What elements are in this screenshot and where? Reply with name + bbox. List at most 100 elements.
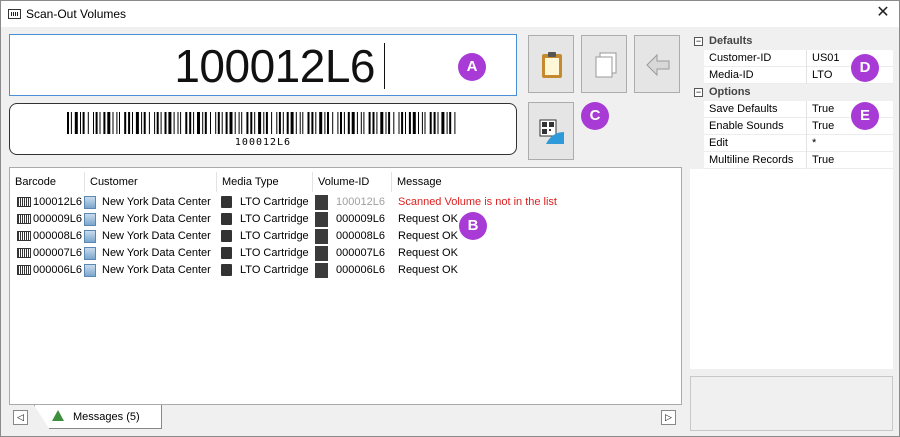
badge-a: A	[458, 53, 486, 81]
barcode-display: 100012L6	[9, 103, 517, 155]
barcode-cell: 000007L6	[17, 245, 82, 261]
property-value[interactable]: True	[812, 101, 834, 118]
scan-out-window: Scan-Out Volumes ✕ 100012L6 A 100012L6 C…	[0, 0, 900, 437]
volume-id-cell: 000009L6	[315, 211, 385, 227]
category-defaults[interactable]: − Defaults	[690, 33, 893, 50]
message-cell: Request OK	[398, 213, 458, 225]
message-cell: Request OK	[398, 247, 458, 259]
property-value[interactable]: US01	[812, 50, 840, 67]
volume-icon	[17, 248, 31, 259]
collapse-icon[interactable]: −	[694, 37, 703, 46]
cartridge-icon	[221, 264, 232, 277]
barcode-cell: 000006L6	[17, 262, 82, 278]
column-volume-id[interactable]: Volume-ID	[313, 172, 392, 192]
barcode-cell: 000008L6	[17, 228, 82, 244]
barcode-cell: 000009L6	[17, 211, 82, 227]
scan-input[interactable]: 100012L6	[9, 34, 517, 96]
customer-cell: New York Data Center	[84, 262, 211, 278]
volume-id-cell: 100012L6	[315, 194, 385, 210]
badge-e: E	[851, 102, 879, 130]
copy-button[interactable]	[581, 35, 627, 93]
tab-bar: ◁ Messages (5) ▷	[9, 405, 682, 431]
property-name: Enable Sounds	[709, 118, 807, 135]
window-title: Scan-Out Volumes	[26, 7, 127, 21]
media-cell: LTO Cartridge	[221, 245, 309, 261]
table-row[interactable]: 000006L6 New York Data Center LTO Cartri…	[10, 262, 680, 278]
volume-id-icon	[315, 211, 328, 227]
message-cell: Request OK	[398, 264, 458, 276]
volume-id-cell: 000008L6	[315, 228, 385, 244]
property-name: Multiline Records	[709, 152, 807, 169]
table-row[interactable]: 100012L6 New York Data Center LTO Cartri…	[10, 194, 680, 210]
customer-icon	[84, 246, 96, 260]
media-cell: LTO Cartridge	[221, 262, 309, 278]
barcode-cell: 100012L6	[17, 194, 82, 210]
cartridge-icon	[221, 196, 232, 209]
close-button[interactable]: ✕	[873, 3, 893, 23]
scan-input-value: 100012L6	[174, 40, 375, 92]
media-cell: LTO Cartridge	[221, 194, 309, 210]
property-value[interactable]: *	[812, 135, 816, 152]
badge-b: B	[459, 212, 487, 240]
column-message[interactable]: Message	[392, 172, 682, 192]
volume-id-icon	[315, 262, 328, 278]
customer-cell: New York Data Center	[84, 228, 211, 244]
tab-scroll-right-button[interactable]: ▷	[661, 410, 676, 425]
message-cell: Request OK	[398, 230, 458, 242]
category-options[interactable]: − Options	[690, 84, 893, 101]
table-row[interactable]: 000009L6 New York Data Center LTO Cartri…	[10, 211, 680, 227]
property-name: Customer-ID	[709, 50, 807, 67]
qr-scan-button[interactable]	[528, 102, 574, 160]
paste-button[interactable]	[528, 35, 574, 93]
arrow-back-icon	[646, 53, 670, 77]
property-name: Edit	[709, 135, 807, 152]
collapse-icon[interactable]: −	[694, 88, 703, 97]
message-cell: Scanned Volume is not in the list	[398, 196, 557, 208]
customer-cell: New York Data Center	[84, 211, 211, 227]
tab-messages[interactable]: Messages (5)	[34, 405, 162, 429]
property-multiline-records[interactable]: Multiline Records True	[690, 152, 893, 169]
volume-list: Barcode Customer Media Type Volume-ID Me…	[9, 167, 682, 405]
cartridge-icon	[221, 247, 232, 260]
barcode-caption: 100012L6	[234, 137, 292, 148]
copy-pages-icon	[595, 52, 617, 78]
badge-d: D	[851, 54, 879, 82]
volume-id-icon	[315, 194, 328, 210]
table-row[interactable]: 000008L6 New York Data Center LTO Cartri…	[10, 228, 680, 244]
volume-id-cell: 000007L6	[315, 245, 385, 261]
table-row[interactable]: 000007L6 New York Data Center LTO Cartri…	[10, 245, 680, 261]
clipboard-paste-icon	[542, 52, 562, 78]
app-icon	[8, 9, 21, 19]
volume-icon	[17, 197, 31, 208]
customer-icon	[84, 195, 96, 209]
column-media-type[interactable]: Media Type	[217, 172, 313, 192]
customer-cell: New York Data Center	[84, 194, 211, 210]
customer-icon	[84, 263, 96, 277]
title-bar: Scan-Out Volumes ✕	[1, 1, 899, 27]
customer-icon	[84, 229, 96, 243]
customer-icon	[84, 212, 96, 226]
property-value[interactable]: LTO	[812, 67, 832, 84]
volume-icon	[17, 214, 31, 225]
property-edit[interactable]: Edit *	[690, 135, 893, 152]
property-description-panel	[690, 376, 893, 431]
column-barcode[interactable]: Barcode	[10, 172, 85, 192]
volume-id-icon	[315, 245, 328, 261]
volume-id-cell: 000006L6	[315, 262, 385, 278]
property-grid: − Defaults Customer-ID US01 Media-ID LTO…	[690, 33, 893, 369]
property-value[interactable]: True	[812, 152, 834, 169]
column-customer[interactable]: Customer	[85, 172, 217, 192]
tab-scroll-left-button[interactable]: ◁	[13, 410, 28, 425]
media-cell: LTO Cartridge	[221, 211, 309, 227]
volume-id-icon	[315, 228, 328, 244]
back-button[interactable]	[634, 35, 680, 93]
property-name: Save Defaults	[709, 101, 807, 118]
badge-c: C	[581, 102, 609, 130]
property-value[interactable]: True	[812, 118, 834, 135]
property-name: Media-ID	[709, 67, 807, 84]
cartridge-icon	[221, 213, 232, 226]
media-cell: LTO Cartridge	[221, 228, 309, 244]
volume-icon	[17, 231, 31, 242]
customer-cell: New York Data Center	[84, 245, 211, 261]
tree-icon	[52, 410, 64, 421]
